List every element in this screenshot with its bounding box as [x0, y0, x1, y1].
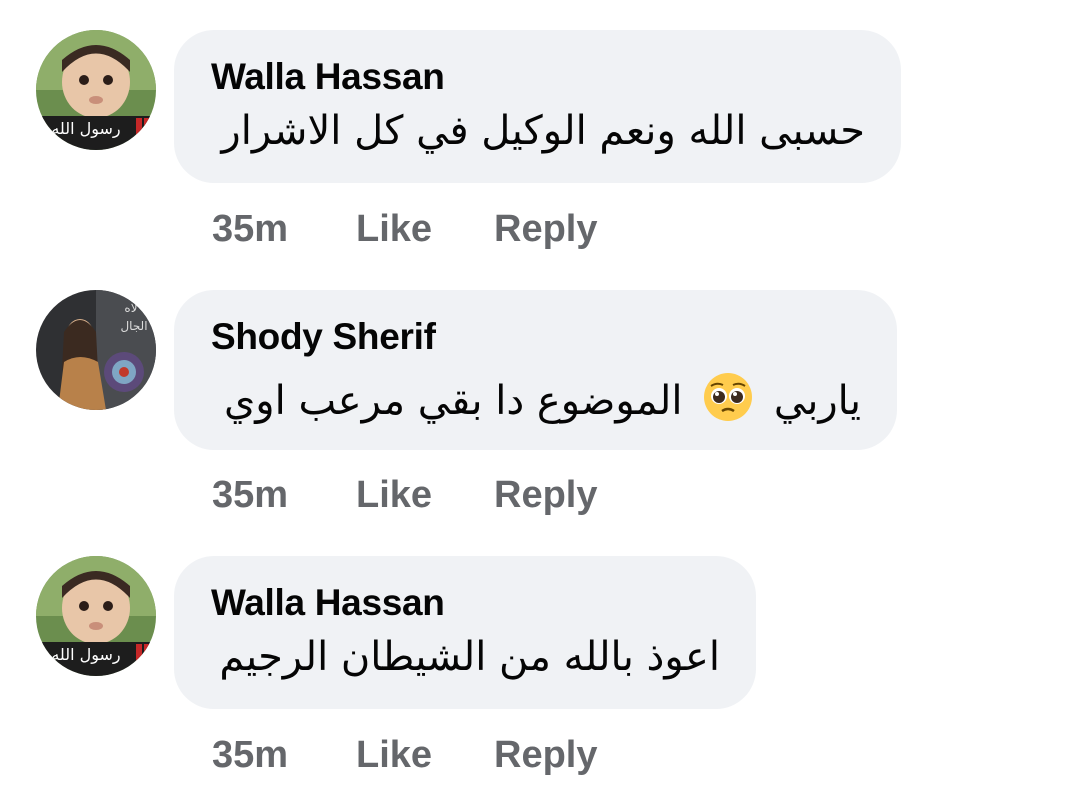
comment-timestamp[interactable]: 35m [212, 734, 288, 777]
comment-text-end: الموضوع دا بقي مرعب اوي [223, 378, 683, 424]
baby-photo-avatar[interactable]: رسول الله [36, 30, 156, 150]
comment-text: اعوذ بالله من الشيطان الرجيم [219, 634, 720, 680]
pleading-face-emoji [704, 373, 753, 421]
like-button[interactable]: Like [356, 474, 432, 517]
comment-text: حسبى الله ونعم الوكيل في كل الاشرار [221, 108, 865, 154]
svg-text:رسول الله: رسول الله [51, 119, 120, 139]
comment-bubble: Shody Sherif ياربي الموضوع دا بقي مرعب ا… [174, 290, 897, 450]
like-button[interactable]: Like [356, 208, 432, 251]
like-button[interactable]: Like [356, 734, 432, 777]
comment-text-start: ياربي [773, 378, 861, 424]
comment-author[interactable]: Walla Hassan [211, 56, 445, 98]
comment-text: ياربي الموضوع دا بقي مرعب اوي [224, 372, 861, 424]
comment-author[interactable]: Walla Hassan [211, 582, 445, 624]
comment-author[interactable]: Shody Sherif [211, 316, 436, 358]
svg-text:رسول الله: رسول الله [51, 645, 120, 665]
comment-bubble: Walla Hassan اعوذ بالله من الشيطان الرجي… [174, 556, 756, 709]
svg-text:الجال: الجال [120, 319, 147, 333]
baby-photo-avatar[interactable]: رسول الله [36, 556, 156, 676]
svg-text:لاه: لاه [124, 301, 137, 315]
woman-photo-avatar[interactable]: لاه الجال [36, 290, 156, 410]
reply-button[interactable]: Reply [494, 208, 597, 251]
comment-timestamp[interactable]: 35m [212, 474, 288, 517]
comment-timestamp[interactable]: 35m [212, 208, 288, 251]
reply-button[interactable]: Reply [494, 734, 597, 777]
reply-button[interactable]: Reply [494, 474, 597, 517]
comment-bubble: Walla Hassan حسبى الله ونعم الوكيل في كل… [174, 30, 901, 183]
